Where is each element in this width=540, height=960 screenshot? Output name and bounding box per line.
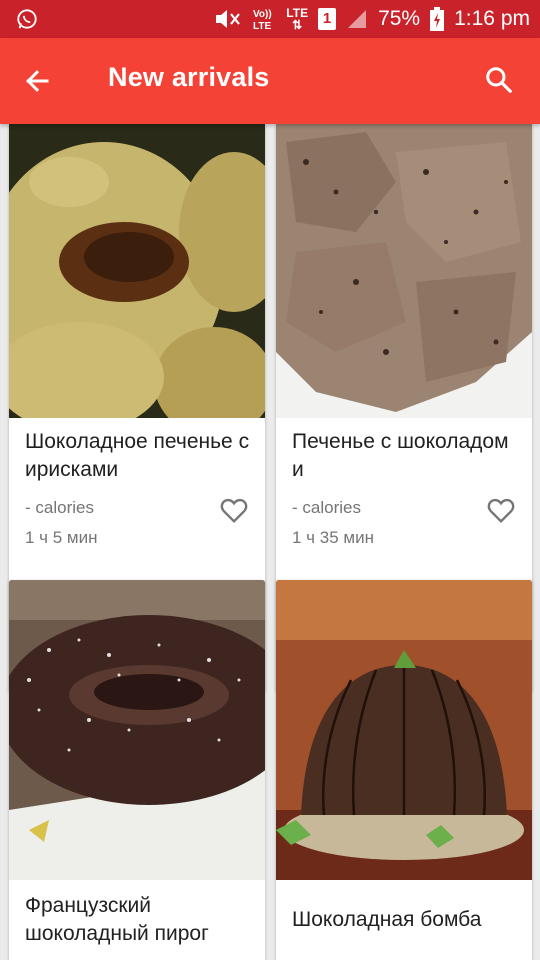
- whatsapp-icon: [17, 9, 37, 29]
- page-title: New arrivals: [108, 62, 270, 92]
- battery-percent: 75%: [378, 7, 421, 30]
- sim-badge: 1: [318, 8, 337, 30]
- favorite-heart-icon[interactable]: [217, 494, 251, 526]
- recipe-calories: - calories: [25, 498, 94, 517]
- app-bar: New arrivals: [0, 38, 540, 124]
- clock: 1:16 pm: [454, 7, 530, 30]
- svg-text:Vo)): Vo)): [253, 9, 272, 20]
- recipe-time: 1 ч 35 мин: [292, 528, 374, 547]
- recipe-calories: - calories: [292, 498, 361, 517]
- mute-icon: [216, 10, 241, 28]
- recipe-title: Французский шоколадный пирог: [25, 894, 209, 945]
- signal-icon: [348, 10, 367, 28]
- recipe-title: Печенье с шоколадом и: [292, 430, 509, 481]
- recipe-card[interactable]: Шоколадная бомба: [276, 580, 532, 960]
- back-arrow-icon[interactable]: [22, 66, 52, 96]
- recipe-card[interactable]: Французский шоколадный пирог: [9, 580, 265, 960]
- search-icon[interactable]: [484, 65, 514, 95]
- favorite-heart-icon[interactable]: [484, 494, 518, 526]
- battery-charging-icon: [430, 7, 445, 31]
- recipe-photo: [9, 580, 265, 880]
- recipe-photo: [276, 580, 532, 880]
- recipe-grid: Шоколадное печенье с ирисками - calories…: [0, 124, 540, 960]
- volte-icon: Vo)) LTE: [253, 9, 272, 32]
- recipe-title: Шоколадное печенье с ирисками: [25, 430, 250, 481]
- recipe-photo: [276, 124, 532, 418]
- status-bar: Vo)) LTE LTE ⇅ 1 75% 1:16 pm: [0, 0, 540, 38]
- network-label: LTE ⇅: [286, 6, 309, 32]
- recipe-photo: [9, 124, 265, 418]
- recipe-time: 1 ч 5 мин: [25, 528, 98, 547]
- svg-text:LTE: LTE: [253, 21, 271, 32]
- recipe-title: Шоколадная бомба: [292, 908, 482, 931]
